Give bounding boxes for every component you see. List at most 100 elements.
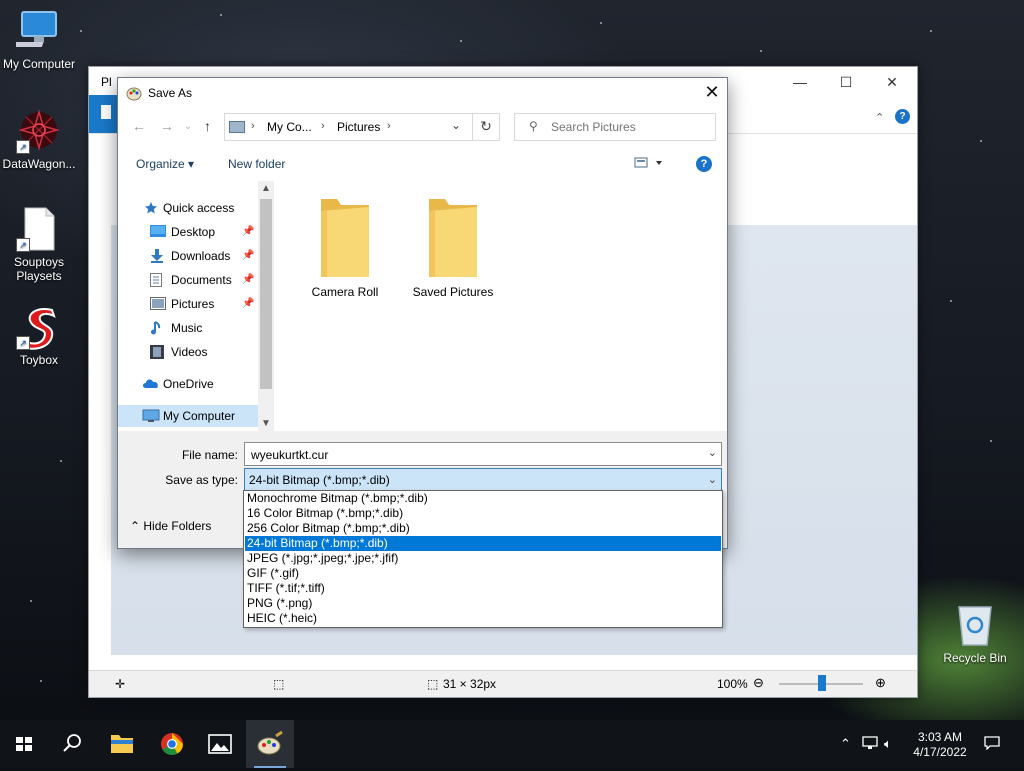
chevron-down-icon[interactable]: ⌄ — [708, 446, 717, 459]
desktop-icon-my-computer[interactable]: My Computer — [1, 8, 77, 71]
type-option[interactable]: JPEG (*.jpg;*.jpeg;*.jpe;*.jfif) — [245, 551, 721, 566]
volume-icon[interactable]: 🔈︎ — [884, 736, 892, 752]
help-icon[interactable]: ? — [696, 156, 712, 172]
search-box[interactable]: ⚲ — [514, 113, 716, 141]
desktop-icon-souptoys-playsets[interactable]: ↗ Souptoys Playsets — [1, 206, 77, 283]
music-note-icon — [150, 321, 164, 335]
datawagon-icon: ↗ — [16, 108, 62, 154]
folder-camera-roll[interactable]: Camera Roll — [295, 197, 395, 299]
navigation-scrollbar[interactable]: ▲ ▼ — [258, 181, 274, 431]
star — [990, 440, 992, 442]
star — [760, 50, 762, 52]
nav-item-downloads[interactable]: Downloads 📌 — [118, 245, 258, 267]
cursor-position-icon: ✛ — [115, 677, 126, 691]
nav-item-pictures[interactable]: Pictures 📌 — [118, 293, 258, 315]
desktop-icon-toybox[interactable]: ↗ Toybox — [1, 304, 77, 367]
nav-item-label: Documents — [171, 273, 232, 287]
up-arrow-icon[interactable]: ↑ — [204, 118, 211, 134]
type-option[interactable]: TIFF (*.tif;*.tiff) — [245, 581, 721, 596]
refresh-button[interactable]: ↻ — [472, 113, 500, 141]
organize-button[interactable]: Organize ▾ — [136, 157, 194, 171]
address-dropdown-icon[interactable]: ⌄ — [451, 118, 461, 132]
dialog-title-bar: Save As ✕ — [118, 78, 727, 108]
pin-icon: 📌 — [242, 274, 255, 285]
nav-item-label: Videos — [171, 345, 208, 359]
zoom-in-button[interactable]: ⊕ — [875, 675, 886, 691]
zoom-slider-thumb[interactable] — [818, 675, 826, 691]
back-arrow-icon[interactable]: ← — [132, 118, 146, 134]
type-option[interactable]: PNG (*.png) — [245, 596, 721, 611]
new-folder-button[interactable]: New folder — [228, 157, 285, 171]
search-input[interactable] — [549, 118, 703, 136]
hide-folders-button[interactable]: ⌃ Hide Folders — [130, 519, 211, 533]
star — [950, 300, 952, 302]
address-bar[interactable]: › My Co... › Pictures › ⌄ — [224, 113, 496, 141]
breadcrumb-my-computer[interactable]: My Co... — [267, 120, 312, 134]
nav-item-label: Pictures — [171, 297, 215, 311]
file-list: Camera Roll Saved Pictures — [275, 181, 727, 431]
clock[interactable]: 3:03 AM 4/17/2022 — [905, 730, 975, 760]
close-button[interactable]: ✕ — [869, 67, 915, 97]
star — [460, 40, 462, 42]
chrome-button[interactable] — [148, 720, 196, 768]
recent-locations-icon[interactable]: ⌄ — [184, 121, 192, 132]
zoom-out-button[interactable]: ⊖ — [753, 675, 764, 691]
download-arrow-icon — [150, 249, 164, 263]
type-option[interactable]: 16 Color Bitmap (*.bmp;*.dib) — [245, 506, 721, 521]
nav-item-desktop[interactable]: Desktop 📌 — [118, 221, 258, 243]
scroll-up-icon[interactable]: ▲ — [261, 183, 271, 194]
file-name-input[interactable] — [249, 446, 693, 464]
type-option[interactable]: Monochrome Bitmap (*.bmp;*.dib) — [245, 491, 721, 506]
scrollbar-thumb[interactable] — [260, 199, 272, 389]
dialog-close-button[interactable]: ✕ — [697, 78, 727, 108]
nav-item-documents[interactable]: Documents 📌 — [118, 269, 258, 291]
star — [30, 600, 32, 602]
scroll-down-icon[interactable]: ▼ — [261, 418, 271, 429]
canvas-size-text: 31 × 32px — [443, 677, 497, 691]
folder-icon — [319, 197, 371, 277]
help-icon[interactable]: ? — [895, 109, 910, 124]
desktop-icon-recycle-bin[interactable]: Recycle Bin — [940, 603, 1010, 665]
shortcut-arrow-icon: ↗ — [16, 238, 30, 252]
save-as-type-dropdown[interactable]: Monochrome Bitmap (*.bmp;*.dib) 16 Color… — [243, 490, 723, 628]
minimize-button[interactable]: — — [777, 67, 823, 97]
pictures-icon — [150, 297, 166, 310]
chevron-up-icon[interactable]: ⌃ — [840, 736, 851, 752]
network-icon[interactable] — [862, 736, 878, 753]
change-view-button[interactable] — [634, 156, 664, 172]
type-option[interactable]: HEIC (*.heic) — [245, 611, 721, 626]
breadcrumb-pictures[interactable]: Pictures — [337, 120, 380, 134]
nav-item-quick-access[interactable]: Quick access — [118, 197, 258, 219]
save-as-type-value: 24-bit Bitmap (*.bmp;*.dib) — [249, 473, 390, 487]
notifications-icon[interactable] — [984, 736, 1000, 753]
nav-item-onedrive[interactable]: OneDrive — [118, 373, 258, 395]
file-name-combobox[interactable]: ⌄ — [244, 442, 722, 466]
photos-button[interactable] — [196, 720, 244, 768]
breadcrumb-separator: › — [251, 120, 255, 132]
file-explorer-button[interactable] — [98, 720, 146, 768]
type-option-selected[interactable]: 24-bit Bitmap (*.bmp;*.dib) — [245, 536, 721, 551]
folder-saved-pictures[interactable]: Saved Pictures — [403, 197, 503, 299]
desktop-icon-datawagon[interactable]: ↗ DataWagon... — [1, 108, 77, 171]
toybox-icon: ↗ — [16, 304, 62, 350]
chevron-down-icon[interactable]: ⌄ — [708, 473, 717, 486]
file-tab[interactable] — [89, 95, 119, 133]
paint-taskbar-button[interactable] — [246, 720, 294, 768]
nav-item-videos[interactable]: Videos — [118, 341, 258, 363]
start-button[interactable] — [0, 720, 48, 768]
computer-icon — [142, 409, 160, 422]
star — [40, 680, 42, 682]
collapse-ribbon-icon[interactable]: ⌃ — [875, 111, 884, 124]
search-button[interactable] — [48, 720, 96, 768]
nav-item-my-computer[interactable]: My Computer — [118, 405, 258, 427]
forward-arrow-icon[interactable]: → — [160, 118, 174, 134]
maximize-button[interactable]: ☐ — [823, 67, 869, 97]
dialog-title: Save As — [148, 86, 193, 100]
film-icon — [150, 345, 164, 359]
nav-item-label: Downloads — [171, 249, 231, 263]
desktop-icon-label: My Computer — [2, 57, 76, 71]
save-as-type-select[interactable]: 24-bit Bitmap (*.bmp;*.dib) ⌄ — [244, 468, 722, 492]
type-option[interactable]: 256 Color Bitmap (*.bmp;*.dib) — [245, 521, 721, 536]
type-option[interactable]: GIF (*.gif) — [245, 566, 721, 581]
nav-item-music[interactable]: Music — [118, 317, 258, 339]
